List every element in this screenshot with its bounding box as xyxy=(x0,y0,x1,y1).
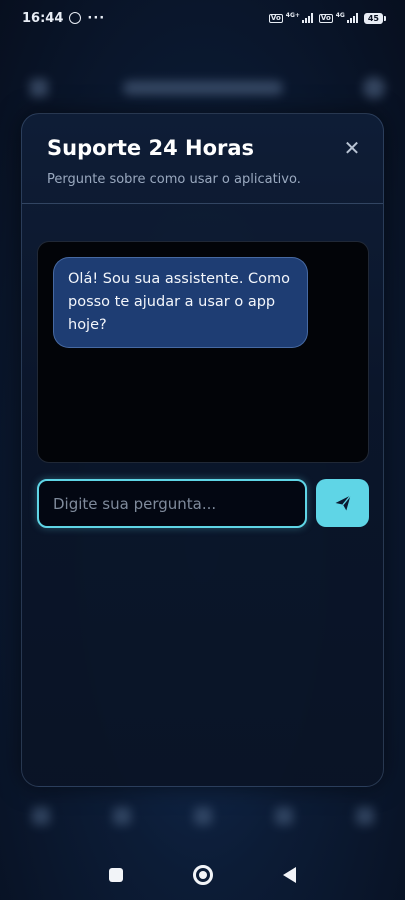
network-type: 4G xyxy=(335,12,345,19)
signal-bars-icon xyxy=(301,13,313,23)
background-tab-bar xyxy=(0,796,405,836)
signal-2-icon: Vo 4G xyxy=(318,12,358,23)
send-icon xyxy=(335,495,351,511)
recent-apps-button[interactable] xyxy=(109,868,123,882)
more-notifications-icon: ··· xyxy=(87,10,106,26)
background-tab-icon xyxy=(274,807,293,825)
status-right: Vo 4G+ Vo 4G 45 xyxy=(268,12,387,24)
status-bar: 16:44 ··· Vo 4G+ Vo 4G 45 xyxy=(0,0,405,36)
status-time: 16:44 xyxy=(22,10,64,26)
status-left: 16:44 ··· xyxy=(22,11,105,26)
volte-badge: Vo xyxy=(318,14,333,23)
message-input-row xyxy=(37,479,369,529)
close-icon: ✕ xyxy=(343,136,361,160)
background-back-icon xyxy=(30,79,48,97)
header-divider xyxy=(22,203,383,204)
background-title xyxy=(122,81,283,95)
background-tab-icon xyxy=(193,807,212,825)
system-navigation-bar xyxy=(0,852,405,898)
signal-bars-icon xyxy=(346,13,358,23)
close-button[interactable]: ✕ xyxy=(339,135,365,161)
background-tab-icon xyxy=(355,807,374,825)
battery-icon: 45 xyxy=(363,12,387,24)
volte-badge: Vo xyxy=(268,14,283,23)
background-action-icon xyxy=(363,77,385,99)
home-button[interactable] xyxy=(193,865,213,885)
back-button[interactable] xyxy=(283,867,296,883)
modal-subtitle: Pergunte sobre como usar o aplicativo. xyxy=(47,172,301,187)
background-tab-icon xyxy=(112,807,131,825)
whatsapp-icon xyxy=(69,12,82,24)
background-tab-icon xyxy=(31,807,50,825)
modal-title: Suporte 24 Horas xyxy=(47,136,255,160)
background-header xyxy=(0,62,405,114)
assistant-message-bubble: Olá! Sou sua assistente. Como posso te a… xyxy=(53,257,308,348)
network-type: 4G+ xyxy=(285,12,300,19)
support-chat-modal: Suporte 24 Horas Pergunte sobre como usa… xyxy=(21,113,384,787)
send-button[interactable] xyxy=(316,479,369,527)
question-input[interactable] xyxy=(37,479,307,528)
chat-messages-area[interactable]: Olá! Sou sua assistente. Como posso te a… xyxy=(37,241,369,463)
signal-1-icon: Vo 4G+ xyxy=(268,12,313,23)
